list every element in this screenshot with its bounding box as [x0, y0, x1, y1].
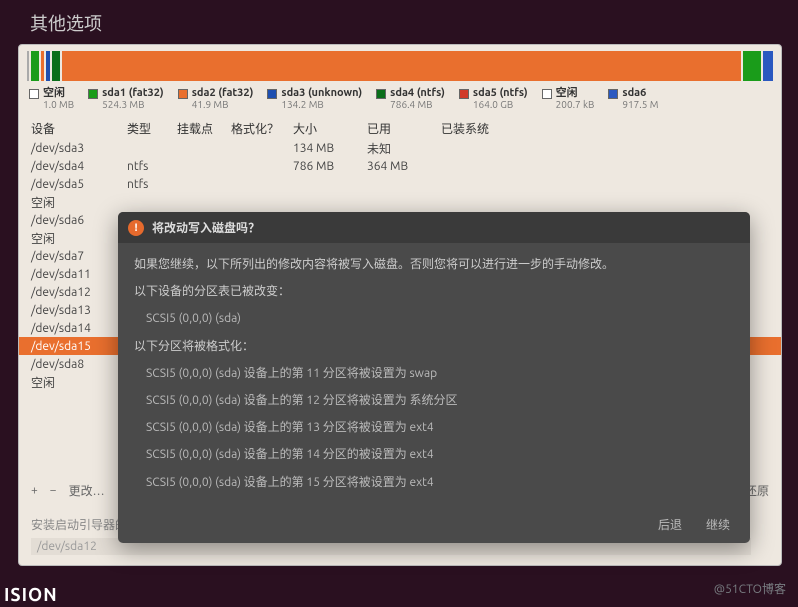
- table-row[interactable]: /dev/sda3134 MB未知: [19, 139, 781, 157]
- format-item: SCSI5 (0,0,0) (sda) 设备上的第 14 分区的被设置为 ext…: [134, 445, 734, 464]
- table-row[interactable]: /dev/sda5ntfs: [19, 175, 781, 193]
- legend-item: sda2 (fat32)41.9 MB: [178, 87, 254, 110]
- remove-partition-button[interactable]: −: [50, 484, 57, 497]
- dialog-continue-button[interactable]: 继续: [706, 516, 730, 533]
- legend-item: 空闲200.7 kB: [542, 87, 595, 110]
- dialog-body: 如果您继续，以下所列出的修改内容将被写入磁盘。否则您将可以进行进一步的手动修改。…: [118, 243, 750, 508]
- legend-item: sda3 (unknown)134.2 MB: [267, 87, 362, 110]
- table-row[interactable]: 空闲: [19, 193, 781, 211]
- legend-item: sda5 (ntfs)164.0 GB: [459, 87, 528, 110]
- format-item: SCSI5 (0,0,0) (sda) 设备上的第 12 分区将被设置为 系统分…: [134, 391, 734, 410]
- dialog-buttons: 后退 继续: [118, 508, 750, 543]
- format-item: SCSI5 (0,0,0) (sda) 设备上的第 13 分区将被设置为 ext…: [134, 418, 734, 437]
- dialog-back-button[interactable]: 后退: [658, 516, 682, 533]
- change-partition-button[interactable]: 更改…: [69, 482, 105, 499]
- disk-usage-bar: [19, 45, 781, 83]
- legend-item: 空闲1.0 MB: [29, 87, 74, 110]
- partition-legend: 空闲1.0 MB sda1 (fat32)524.3 MB sda2 (fat32)…: [19, 83, 781, 116]
- legend-item: sda1 (fat32)524.3 MB: [88, 87, 164, 110]
- table-header: 设备 类型 挂载点 格式化？ 大小 已用 已装系统: [19, 116, 781, 139]
- add-partition-button[interactable]: +: [31, 484, 38, 497]
- warning-icon: !: [128, 220, 144, 236]
- legend-item: sda4 (ntfs)786.4 MB: [376, 87, 445, 110]
- dialog-titlebar: ! 将改动写入磁盘吗？: [118, 212, 750, 243]
- dialog-title: 将改动写入磁盘吗？: [152, 219, 260, 236]
- table-row[interactable]: /dev/sda4ntfs786 MB364 MB: [19, 157, 781, 175]
- format-item: SCSI5 (0,0,0) (sda) 设备上的第 15 分区将被设置为 ext…: [134, 473, 734, 492]
- legend-item: sda6917.5 M: [608, 87, 658, 110]
- confirm-write-dialog: ! 将改动写入磁盘吗？ 如果您继续，以下所列出的修改内容将被写入磁盘。否则您将可…: [118, 212, 750, 543]
- format-item: SCSI5 (0,0,0) (sda) 设备上的第 11 分区将被设置为 swa…: [134, 364, 734, 383]
- cutoff-text: ISION: [0, 583, 62, 607]
- window-title: 其他选项: [0, 0, 798, 42]
- watermark: @51CTO博客: [714, 580, 786, 597]
